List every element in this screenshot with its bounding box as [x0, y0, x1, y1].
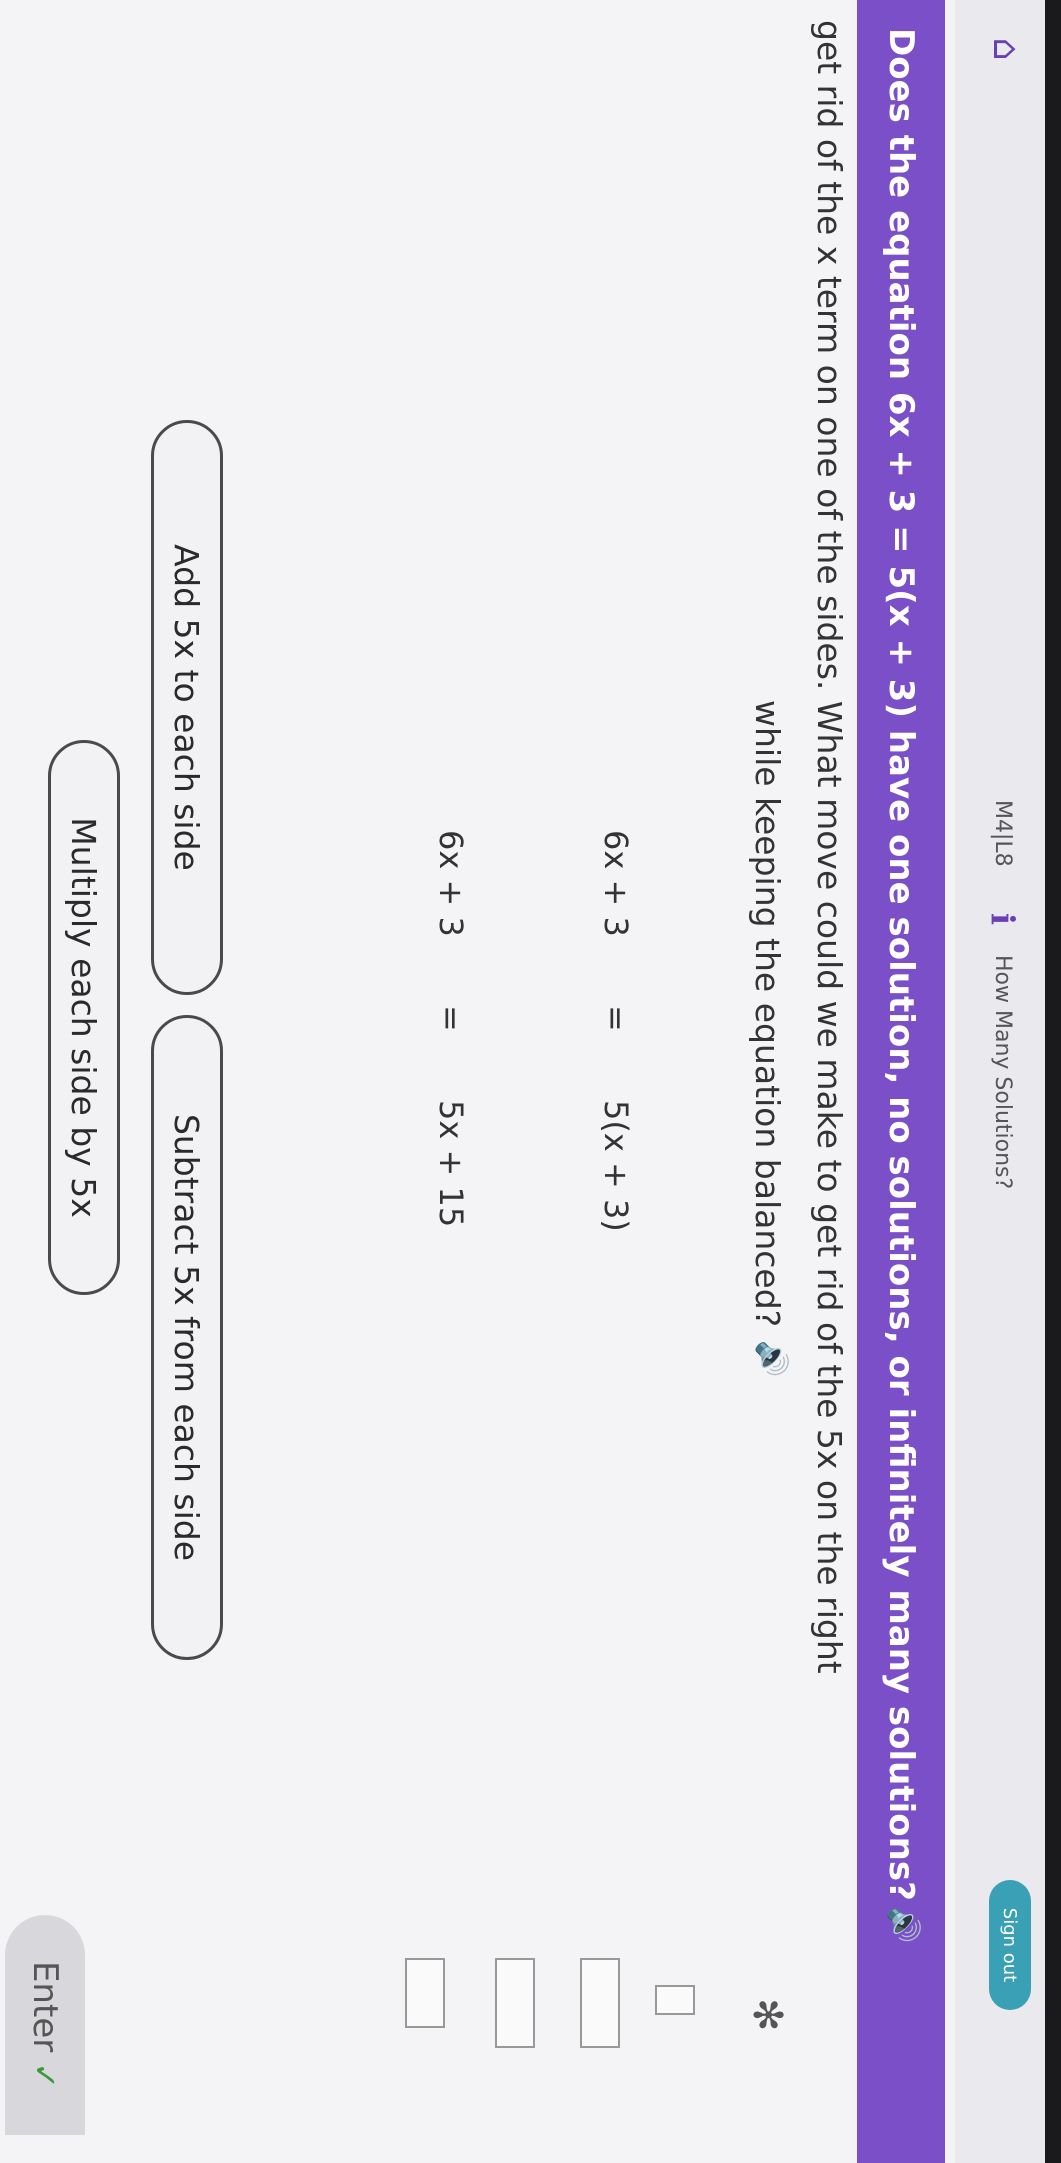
gear-icon[interactable]: ✻ [744, 1998, 790, 2032]
choice-subtract-5x-button[interactable]: Subtract 5x from each side [151, 1015, 223, 1660]
tool-panel-4[interactable] [405, 1958, 445, 2028]
device-bezel [1045, 0, 1061, 2163]
sign-out-button[interactable]: Sign out [989, 1880, 1031, 2010]
header-bar: ⌂ M4|L8 i How Many Solutions? Sign out [955, 0, 1045, 2163]
choice-multiply-5x-button[interactable]: Multiply each side by 5x [48, 740, 120, 1295]
equation-1-left: 6x + 3 [597, 830, 635, 937]
choice-add-5x-button[interactable]: Add 5x to each side [151, 420, 223, 995]
equation-2-right: 5x + 15 [432, 1100, 470, 1228]
screen: ⌂ M4|L8 i How Many Solutions? Sign out D… [0, 0, 1045, 2163]
tool-panel-3[interactable] [495, 1958, 535, 2048]
question-text: Does the equation 6x + 3 = 5(x + 3) have… [881, 28, 921, 1901]
speaker-icon[interactable]: 🔊 [754, 1340, 789, 1377]
equation-2-left: 6x + 3 [432, 830, 470, 937]
equation-1-equals: = [597, 1005, 635, 1032]
instruction-line-1: get rid of the x term on one of the side… [810, 20, 849, 1674]
enter-button[interactable]: Enter ✓ [5, 1915, 85, 2135]
instruction-line-2: while keeping the equation balanced? [748, 700, 787, 1328]
enter-label: Enter [25, 1960, 65, 2053]
lesson-page: ⌂ M4|L8 i How Many Solutions? Sign out D… [0, 0, 1045, 2163]
check-icon: ✓ [26, 2062, 64, 2090]
equation-2-equals: = [432, 1005, 470, 1032]
speaker-icon[interactable]: 🔊 [886, 1906, 921, 1943]
lesson-code: M4|L8 [990, 800, 1015, 867]
lesson-title: How Many Solutions? [990, 955, 1015, 1190]
home-icon[interactable]: ⌂ [985, 28, 1027, 70]
equation-1-right: 5(x + 3) [597, 1100, 635, 1232]
tool-panel-2[interactable] [580, 1958, 620, 2048]
info-icon[interactable]: i [983, 906, 1023, 932]
tool-panel-1[interactable] [655, 1985, 695, 2015]
